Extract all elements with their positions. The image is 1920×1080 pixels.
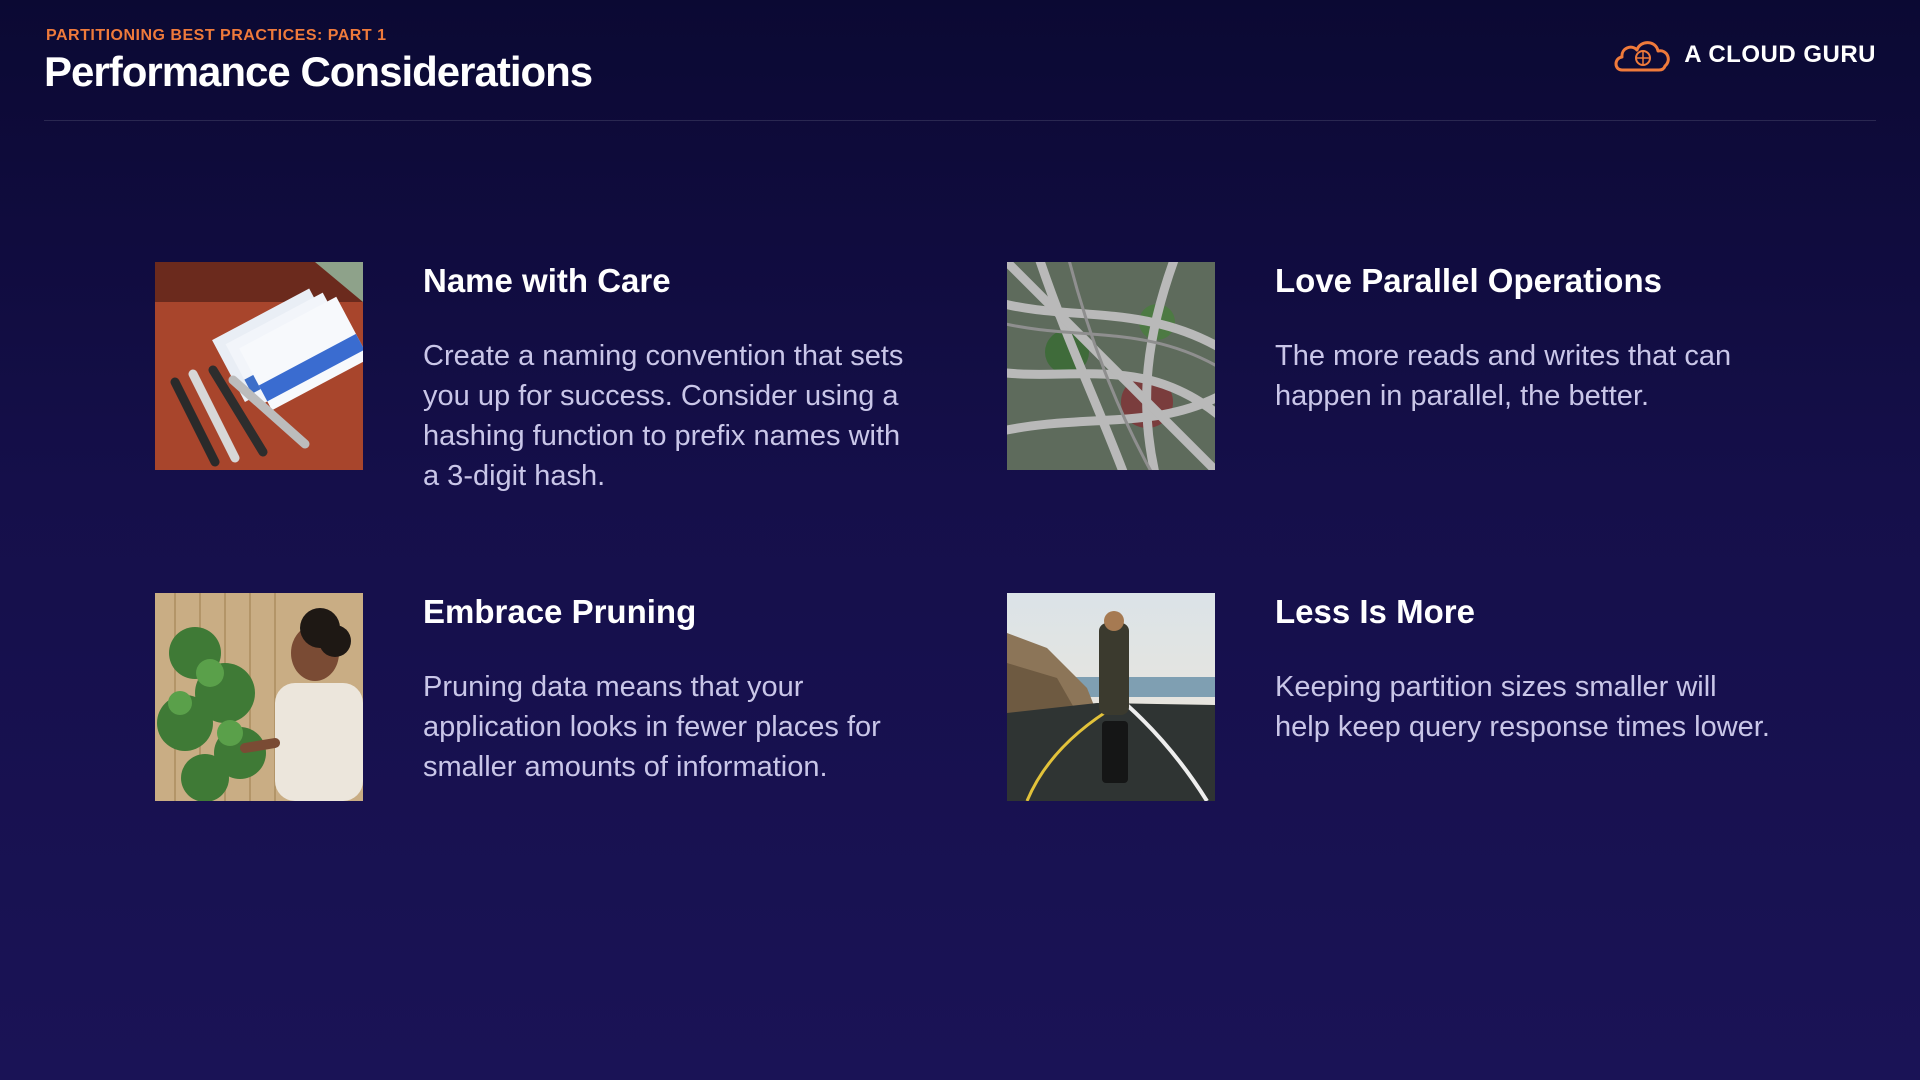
traveler-on-road-photo: [1007, 593, 1215, 801]
woman-pruning-plant-photo: [155, 593, 363, 801]
card-title: Love Parallel Operations: [1275, 262, 1662, 299]
card-description: Create a naming convention that sets you…: [423, 340, 904, 492]
slide-title: Performance Considerations: [44, 48, 593, 95]
card-description: Keeping partition sizes smaller will hel…: [1275, 671, 1770, 743]
card-description: Pruning data means that your application…: [423, 671, 881, 783]
card-title: Name with Care: [423, 262, 671, 299]
section-eyebrow: PARTITIONING BEST PRACTICES: PART 1: [46, 27, 387, 44]
card-description: The more reads and writes that can happe…: [1275, 340, 1732, 412]
name-tags-photo: [155, 262, 363, 470]
slide-header: PARTITIONING BEST PRACTICES: PART 1 Perf…: [44, 0, 1876, 121]
brand-name: A CLOUD GURU: [1684, 41, 1876, 68]
cloud-logo-icon: [1614, 41, 1670, 72]
card-title: Embrace Pruning: [423, 593, 697, 630]
highway-interchange-photo: [1007, 262, 1215, 470]
card-title: Less Is More: [1275, 593, 1475, 630]
brand-logo: A CLOUD GURU: [1612, 36, 1876, 74]
